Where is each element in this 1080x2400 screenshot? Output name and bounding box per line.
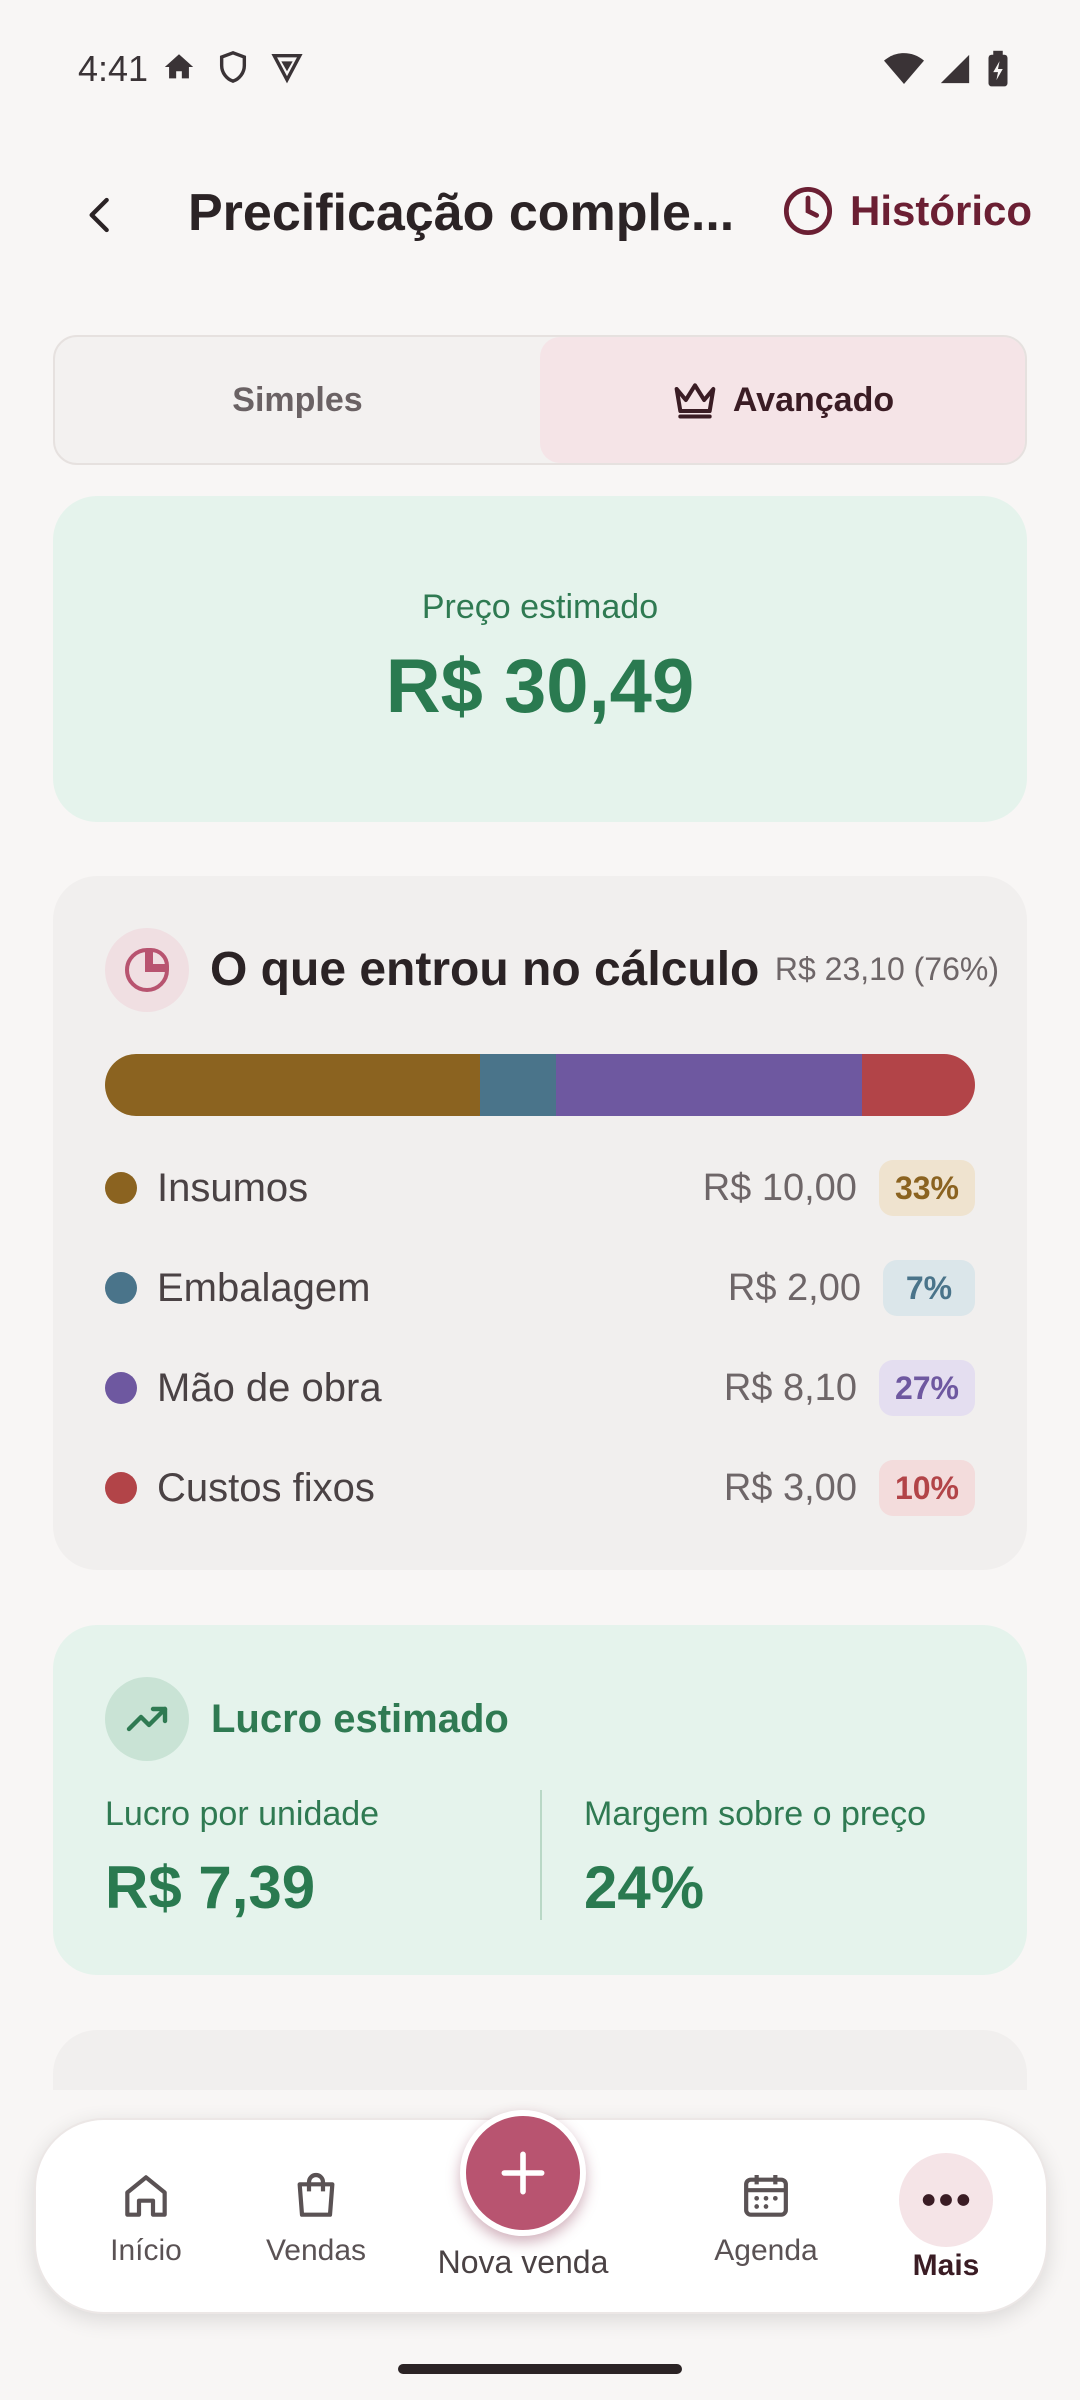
home-icon <box>125 2175 167 2217</box>
profit-per-unit-value: R$ 7,39 <box>105 1854 316 1921</box>
profit-margin-value: 24% <box>584 1854 705 1921</box>
mode-tabs: Simples Avançado <box>53 335 1027 465</box>
profit-margin-label: Margem sobre o preço <box>584 1795 927 1833</box>
status-icons-left <box>162 50 304 84</box>
custos-fixos-percent-badge: 10% <box>878 1460 975 1516</box>
breakdown-row-mao-de-obra: Mão de obra R$ 8,10 27% <box>105 1358 975 1418</box>
estimated-price-card: Preço estimado R$ 30,49 <box>53 496 1027 822</box>
pie-chart-icon <box>105 928 189 1012</box>
status-time: 4:41 <box>78 48 149 89</box>
custos-fixos-value: R$ 3,00 <box>723 1466 857 1509</box>
vpn-status-icon <box>271 53 303 84</box>
custos-fixos-label: Custos fixos <box>157 1465 375 1510</box>
embalagem-value: R$ 2,00 <box>727 1266 861 1309</box>
nav-agenda-label: Agenda <box>714 2234 818 2267</box>
stacked-bar-segment-3 <box>861 1054 975 1116</box>
profit-divider <box>540 1790 542 1920</box>
profit-title: Lucro estimado <box>211 1697 509 1741</box>
plus-icon <box>501 2151 545 2195</box>
breakdown-total: R$ 23,10 (76%) <box>774 951 999 987</box>
home-indicator[interactable] <box>398 2364 682 2374</box>
more-icon <box>922 2194 970 2206</box>
status-icons-right <box>884 50 1010 88</box>
embalagem-percent-badge: 7% <box>883 1260 975 1316</box>
mao-de-obra-label: Mão de obra <box>157 1365 382 1410</box>
more-icon-pill <box>899 2153 993 2247</box>
breakdown-row-custos-fixos: Custos fixos R$ 3,00 10% <box>105 1458 975 1518</box>
breakdown-row-insumos: Insumos R$ 10,00 33% <box>105 1158 975 1218</box>
insumos-color-dot <box>105 1172 137 1204</box>
home-status-icon <box>164 54 194 79</box>
tab-avancado[interactable]: Avançado <box>540 337 1025 463</box>
clock-icon <box>783 186 833 236</box>
wifi-icon <box>884 53 924 84</box>
next-card-peek <box>53 2030 1027 2090</box>
breakdown-title: O que entrou no cálculo <box>210 943 760 996</box>
signal-icon <box>940 54 970 84</box>
crown-icon <box>674 383 716 419</box>
embalagem-label: Embalagem <box>157 1265 371 1310</box>
stacked-bar-segment-0 <box>105 1054 481 1116</box>
history-label: Histórico <box>850 187 1033 234</box>
estimated-price-value: R$ 30,49 <box>385 644 695 729</box>
shield-status-icon <box>219 51 247 83</box>
mao-de-obra-color-dot <box>105 1372 137 1404</box>
back-button[interactable] <box>70 175 130 255</box>
new-sale-fab[interactable] <box>460 2110 586 2236</box>
mao-de-obra-value: R$ 8,10 <box>723 1366 857 1409</box>
tab-simples-label: Simples <box>232 380 363 419</box>
nav-vendas-label: Vendas <box>265 2234 367 2267</box>
battery-icon <box>988 50 1008 87</box>
estimated-price-label: Preço estimado <box>421 588 659 626</box>
nav-agenda[interactable]: Agenda <box>676 2120 856 2316</box>
custos-fixos-color-dot <box>105 1472 137 1504</box>
insumos-value: R$ 10,00 <box>702 1166 857 1209</box>
cost-breakdown-card: O que entrou no cálculo R$ 23,10 (76%) I… <box>53 876 1027 1570</box>
calendar-icon <box>744 2175 788 2217</box>
nav-vendas[interactable]: Vendas <box>236 2120 396 2316</box>
nav-mais-label: Mais <box>912 2249 980 2282</box>
breakdown-row-embalagem: Embalagem R$ 2,00 7% <box>105 1258 975 1318</box>
estimated-profit-card: Lucro estimado Lucro por unidade R$ 7,39… <box>53 1625 1027 1975</box>
profit-per-unit-label: Lucro por unidade <box>105 1795 380 1833</box>
new-sale-label: Nova venda <box>437 2244 609 2280</box>
page-title: Precificação comple... <box>188 184 735 242</box>
cost-stacked-bar <box>105 1054 975 1116</box>
nav-mais[interactable]: Mais <box>876 2120 1016 2316</box>
stacked-bar-segment-2 <box>556 1054 862 1116</box>
nav-inicio-label: Início <box>110 2234 182 2267</box>
insumos-percent-badge: 33% <box>878 1160 975 1216</box>
shopping-bag-icon <box>297 2172 335 2217</box>
tab-simples[interactable]: Simples <box>55 337 540 463</box>
trending-up-icon <box>105 1677 189 1761</box>
arrow-back-icon <box>89 197 109 233</box>
insumos-label: Insumos <box>157 1165 309 1210</box>
history-button[interactable]: Histórico <box>782 185 1032 237</box>
mao-de-obra-percent-badge: 27% <box>878 1360 975 1416</box>
tab-avancado-label: Avançado <box>732 380 895 419</box>
nav-inicio[interactable]: Início <box>76 2120 216 2316</box>
stacked-bar-segment-1 <box>480 1054 557 1116</box>
embalagem-color-dot <box>105 1272 137 1304</box>
